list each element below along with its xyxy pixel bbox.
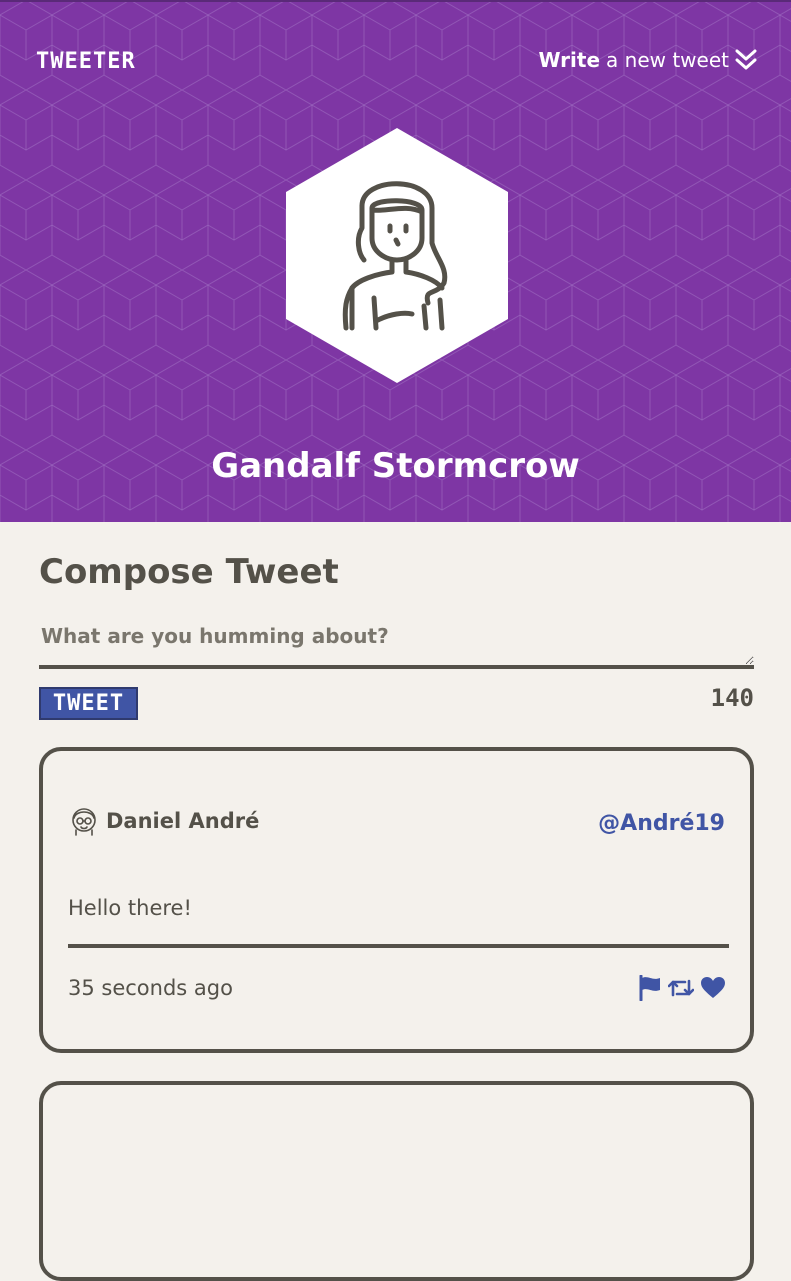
- tweet-handle[interactable]: @André19: [598, 811, 725, 836]
- profile-header: TWEETER Write a new tweet Gandalf Stormc…: [0, 0, 791, 522]
- retweet-icon[interactable]: [667, 977, 695, 1003]
- heart-icon[interactable]: [700, 976, 726, 1004]
- profile-avatar: [286, 128, 508, 383]
- top-border: [0, 0, 791, 2]
- write-link-strong: Write: [538, 48, 601, 72]
- write-link-text: a new tweet: [606, 48, 729, 72]
- tweet-card: Daniel André @André19 Hello there! 35 se…: [39, 747, 754, 1053]
- flag-icon[interactable]: [638, 974, 662, 1005]
- tweet-text: Hello there!: [68, 896, 192, 920]
- tweet-card: [39, 1081, 754, 1281]
- user-avatar-icon: [72, 808, 96, 836]
- compose-title: Compose Tweet: [39, 552, 339, 592]
- double-chevron-down-icon: [735, 49, 757, 70]
- brand-logo[interactable]: TWEETER: [36, 49, 136, 74]
- tweet-author: Daniel André: [70, 806, 259, 836]
- tweet-timestamp: 35 seconds ago: [68, 976, 233, 1000]
- character-counter: 140: [710, 684, 754, 712]
- tweet-divider: [68, 944, 729, 948]
- write-new-tweet-link[interactable]: Write a new tweet: [538, 48, 757, 72]
- tweet-actions: [638, 974, 726, 1005]
- tweet-textarea[interactable]: [39, 620, 754, 669]
- tweet-author-name: Daniel André: [106, 809, 260, 833]
- tweet-submit-button[interactable]: TWEET: [39, 687, 138, 720]
- profile-name: Gandalf Stormcrow: [211, 446, 580, 486]
